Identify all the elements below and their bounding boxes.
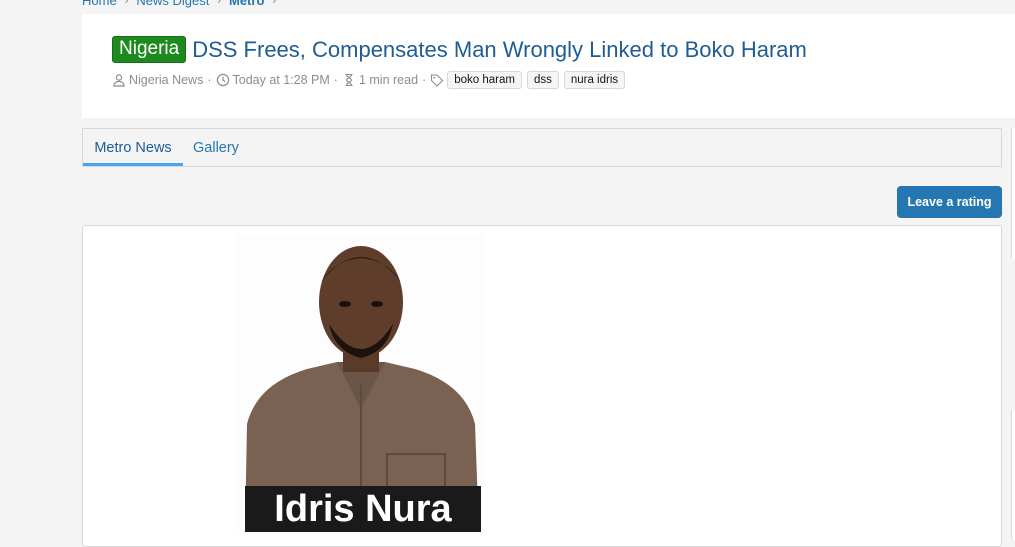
tab-metro-news[interactable]: Metro News: [83, 129, 183, 166]
author-link[interactable]: Nigeria News: [129, 73, 203, 87]
tag-icon: [431, 74, 444, 87]
breadcrumb-home[interactable]: Home: [82, 0, 117, 8]
meta-separator: ·: [422, 73, 427, 87]
thread-meta: Nigeria News · Today at 1:28 PM · 1 min …: [112, 71, 630, 89]
image-caption: Idris Nura: [245, 486, 481, 532]
tab-bar: Metro News Gallery: [82, 128, 1002, 167]
breadcrumb: Home › News Digest › Metro ›: [82, 0, 276, 8]
chevron-right-icon: ›: [124, 0, 129, 7]
chevron-right-icon: ›: [272, 0, 277, 7]
side-panel-edge: [1011, 128, 1015, 258]
post-date[interactable]: Today at 1:28 PM: [233, 73, 330, 87]
tab-gallery[interactable]: Gallery: [193, 129, 243, 164]
hourglass-icon: [345, 73, 353, 87]
leave-rating-button[interactable]: Leave a rating: [897, 186, 1002, 218]
read-time: 1 min read: [358, 73, 419, 87]
side-panel-edge: [1011, 410, 1015, 539]
meta-separator: ·: [207, 73, 212, 87]
chevron-right-icon: ›: [217, 0, 221, 7]
page-title: DSS Frees, Compensates Man Wrongly Linke…: [192, 36, 807, 62]
tag-boko-haram[interactable]: boko haram: [447, 71, 522, 89]
tag-nura-idris[interactable]: nura idris: [563, 71, 626, 89]
meta-separator: ·: [333, 73, 338, 87]
thread-title-row: Nigeria DSS Frees, Compensates Man Wrong…: [112, 36, 807, 63]
article-body: Idris Nura: [82, 225, 1002, 547]
tag-dss[interactable]: dss: [526, 71, 559, 89]
clock-icon: [216, 73, 229, 87]
breadcrumb-news-digest[interactable]: News Digest: [136, 0, 209, 8]
user-icon: [113, 74, 125, 87]
breadcrumb-metro[interactable]: Metro: [229, 0, 264, 8]
thread-header: Nigeria DSS Frees, Compensates Man Wrong…: [82, 14, 1015, 118]
prefix-badge[interactable]: Nigeria: [112, 36, 187, 63]
